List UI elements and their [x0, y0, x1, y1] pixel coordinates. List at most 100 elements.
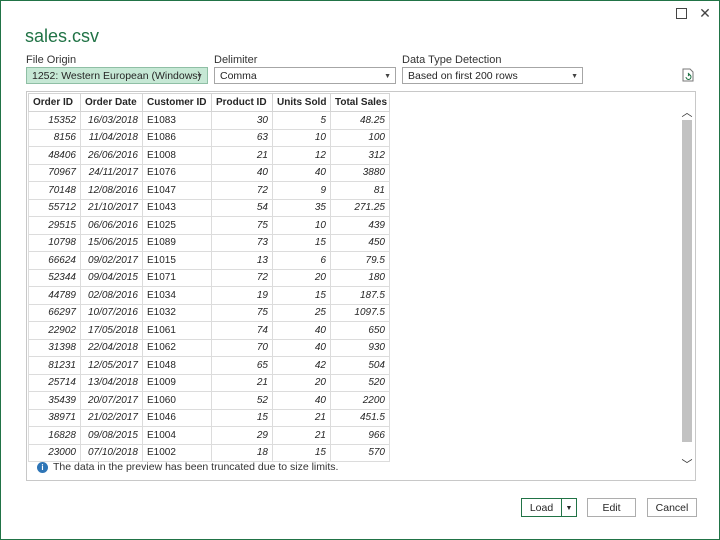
table-cell: 20: [272, 268, 331, 287]
table-cell: 35439: [28, 391, 81, 410]
table-cell: 23000: [28, 443, 81, 462]
table-row: 70967 24/11/2017 E1076 40 40 3880: [28, 163, 390, 182]
table-row: 22902 17/05/2018 E1061 74 40 650: [28, 321, 390, 340]
load-options-button[interactable]: ▼: [561, 498, 577, 517]
table-cell: 22/04/2018: [80, 338, 143, 357]
table-row: 23000 07/10/2018 E1002 18 15 570: [28, 443, 390, 462]
column-header: Total Sales: [330, 93, 390, 112]
table-cell: 29515: [28, 216, 81, 235]
table-cell: 63: [211, 128, 273, 147]
table-cell: E1071: [142, 268, 212, 287]
table-cell: 21/10/2017: [80, 198, 143, 217]
table-cell: 10: [272, 128, 331, 147]
table-cell: 15: [272, 443, 331, 462]
table-cell: 15: [272, 286, 331, 305]
table-cell: 5: [272, 111, 331, 130]
delimiter-dropdown[interactable]: Comma ▼: [214, 67, 396, 84]
vertical-scrollbar[interactable]: ︿ ﹀: [681, 100, 693, 478]
table-cell: 09/04/2015: [80, 268, 143, 287]
table-cell: 81: [330, 181, 390, 200]
file-origin-value: 1252: Western European (Windows): [32, 70, 202, 82]
table-cell: 10798: [28, 233, 81, 252]
table-cell: 73: [211, 233, 273, 252]
table-cell: 187.5: [330, 286, 390, 305]
table-row: 29515 06/06/2016 E1025 75 10 439: [28, 216, 390, 235]
table-cell: 40: [272, 163, 331, 182]
table-cell: E1062: [142, 338, 212, 357]
table-cell: 02/08/2016: [80, 286, 143, 305]
column-header: Units Sold: [272, 93, 331, 112]
truncation-notice: i The data in the preview has been trunc…: [37, 461, 338, 473]
table-cell: 40: [272, 391, 331, 410]
detection-value: Based on first 200 rows: [408, 70, 518, 82]
table-row: 81231 12/05/2017 E1048 65 42 504: [28, 356, 390, 375]
table-cell: 48.25: [330, 111, 390, 130]
table-cell: E1061: [142, 321, 212, 340]
table-cell: 15/06/2015: [80, 233, 143, 252]
table-cell: 40: [211, 163, 273, 182]
table-cell: 12/08/2016: [80, 181, 143, 200]
table-cell: 29: [211, 426, 273, 445]
chevron-down-icon: ▼: [384, 73, 391, 80]
table-cell: 21: [211, 146, 273, 165]
edit-button[interactable]: Edit: [587, 498, 636, 517]
table-cell: E1034: [142, 286, 212, 305]
table-cell: 20: [272, 373, 331, 392]
table-cell: 100: [330, 128, 390, 147]
table-cell: E1089: [142, 233, 212, 252]
table-cell: 312: [330, 146, 390, 165]
table-cell: E1047: [142, 181, 212, 200]
table-row: 38971 21/02/2017 E1046 15 21 451.5: [28, 408, 390, 427]
table-body: 15352 16/03/2018 E1083 30 5 48.25 8156 11/04/20…: [28, 111, 390, 462]
close-icon: ✕: [699, 4, 711, 21]
table-cell: 42: [272, 356, 331, 375]
table-cell: 180: [330, 268, 390, 287]
scroll-thumb[interactable]: [682, 120, 692, 442]
table-cell: 271.25: [330, 198, 390, 217]
table-row: 70148 12/08/2016 E1047 72 9 81: [28, 181, 390, 200]
table-cell: 48406: [28, 146, 81, 165]
table-header-row: Order ID Order Date Customer ID Product …: [28, 93, 390, 112]
table-cell: 1097.5: [330, 303, 390, 322]
table-cell: 31398: [28, 338, 81, 357]
maximize-button[interactable]: [669, 3, 693, 23]
scroll-up-icon[interactable]: ︿: [681, 104, 693, 120]
table-cell: E1009: [142, 373, 212, 392]
delimiter-value: Comma: [220, 70, 257, 82]
table-cell: 930: [330, 338, 390, 357]
detection-dropdown[interactable]: Based on first 200 rows ▼: [402, 67, 583, 84]
table-cell: 52344: [28, 268, 81, 287]
table-cell: 21: [272, 408, 331, 427]
table-cell: 12: [272, 146, 331, 165]
column-header: Product ID: [211, 93, 273, 112]
table-cell: 72: [211, 181, 273, 200]
table-cell: 07/10/2018: [80, 443, 143, 462]
table-row: 55712 21/10/2017 E1043 54 35 271.25: [28, 198, 390, 217]
table-cell: E1048: [142, 356, 212, 375]
file-origin-dropdown[interactable]: 1252: Western European (Windows) ▼: [26, 67, 208, 84]
cancel-button[interactable]: Cancel: [647, 498, 697, 517]
table-cell: 66297: [28, 303, 81, 322]
table-cell: E1086: [142, 128, 212, 147]
table-row: 25714 13/04/2018 E1009 21 20 520: [28, 373, 390, 392]
maximize-icon: [675, 7, 687, 19]
table-cell: 65: [211, 356, 273, 375]
table-row: 44789 02/08/2016 E1034 19 15 187.5: [28, 286, 390, 305]
close-button[interactable]: ✕: [693, 3, 717, 23]
table-cell: 450: [330, 233, 390, 252]
refresh-preview-icon[interactable]: [682, 68, 694, 82]
table-cell: 650: [330, 321, 390, 340]
scroll-down-icon[interactable]: ﹀: [681, 456, 693, 472]
chevron-down-icon: ▼: [565, 505, 573, 512]
table-cell: 10: [272, 216, 331, 235]
table-cell: 966: [330, 426, 390, 445]
table-cell: 66624: [28, 251, 81, 270]
table-cell: 24/11/2017: [80, 163, 143, 182]
chevron-down-icon: ▼: [571, 73, 578, 80]
table-cell: E1002: [142, 443, 212, 462]
truncation-notice-text: The data in the preview has been truncat…: [53, 461, 339, 473]
table-cell: 439: [330, 216, 390, 235]
table-cell: 570: [330, 443, 390, 462]
load-button[interactable]: Load: [521, 498, 562, 517]
column-header: Order Date: [80, 93, 143, 112]
